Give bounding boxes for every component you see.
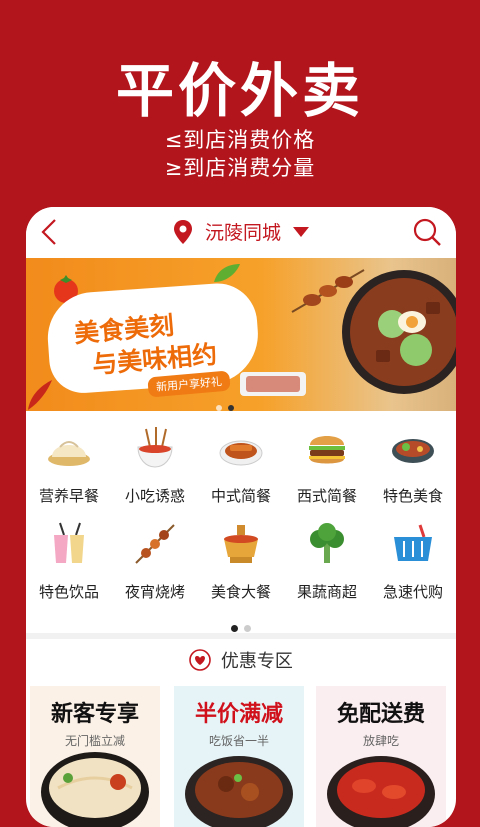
deals-title: 优惠专区 (220, 651, 293, 672)
noodle-bowl-image (41, 752, 149, 827)
section-divider (26, 633, 456, 639)
food-bowl-image (342, 270, 456, 394)
pager-dot-active[interactable] (231, 625, 238, 632)
hero-title: 平价外卖 (115, 57, 364, 125)
caret-down-icon (293, 226, 310, 237)
category-label: 营养早餐 (38, 487, 99, 505)
category-chinese[interactable]: 中式简餐 (198, 425, 284, 506)
category-label: 特色美食 (382, 487, 443, 505)
snack-bowl-icon (137, 427, 173, 468)
chili-icon (28, 380, 52, 410)
category-label: 急速代购 (382, 583, 443, 601)
category-grocery[interactable]: 果蔬商超 (284, 521, 370, 602)
hero-subtitle-1: ≤到店消费价格 (164, 128, 316, 152)
special-dish-icon (392, 439, 434, 463)
deal-title: 半价满减 (194, 702, 283, 727)
meat-plate-image (240, 372, 306, 396)
category-label: 夜宵烧烤 (124, 583, 185, 601)
heart-icon (189, 649, 211, 671)
deal-subtitle: 无门槛立减 (64, 734, 125, 748)
app-screen: 沅陵同城 美食美刻 与美味相约 新用户享好礼 营养早餐 小吃诱惑 中式简餐 西式… (26, 207, 456, 827)
banner-dots (216, 396, 240, 411)
category-label: 中式简餐 (210, 487, 271, 505)
category-label: 特色饮品 (38, 583, 99, 601)
chinese-dish-icon (219, 440, 263, 466)
category-western[interactable]: 西式简餐 (284, 425, 370, 506)
hotpot-icon (224, 525, 258, 563)
category-breakfast[interactable]: 营养早餐 (26, 425, 112, 506)
deal-title: 新客专享 (50, 702, 139, 727)
hero-subtitle-2: ≥到店消费分量 (164, 156, 316, 180)
category-specialty[interactable]: 特色美食 (370, 425, 456, 506)
broccoli-icon (310, 523, 344, 563)
city-label: 沅陵同城 (204, 222, 281, 244)
category-label: 果蔬商超 (296, 583, 357, 601)
location-selector[interactable]: 沅陵同城 (26, 218, 456, 245)
drinks-icon (54, 522, 84, 563)
top-bar: 沅陵同城 (26, 207, 456, 257)
search-icon[interactable] (412, 217, 442, 247)
leaf-icon (214, 264, 240, 282)
promo-banner[interactable]: 美食美刻 与美味相约 新用户享好礼 (26, 258, 456, 411)
category-drinks[interactable]: 特色饮品 (26, 521, 112, 602)
category-label: 美食大餐 (210, 583, 271, 601)
category-grid: 营养早餐 小吃诱惑 中式简餐 西式简餐 特色美食 特色饮品 夜宵烧烤 美食大餐 … (26, 425, 456, 617)
category-bbq[interactable]: 夜宵烧烤 (112, 521, 198, 602)
deal-subtitle: 放肆吃 (362, 734, 399, 748)
stew-pot-image (185, 756, 293, 827)
shopping-basket-icon (394, 524, 432, 561)
skewer-icon (135, 524, 175, 564)
category-errand[interactable]: 急速代购 (370, 521, 456, 602)
deal-card-free-delivery[interactable]: 免配送费 放肆吃 (316, 686, 446, 827)
deal-title: 免配送费 (336, 702, 425, 727)
pager-dot[interactable] (244, 625, 251, 632)
crayfish-plate-image (327, 756, 435, 827)
location-pin-icon (173, 219, 192, 244)
banner-dot[interactable] (216, 405, 222, 411)
banner-dot-active[interactable] (228, 405, 234, 411)
deals-header: 优惠专区 (26, 647, 456, 673)
category-feast[interactable]: 美食大餐 (198, 521, 284, 602)
deal-card-half-price[interactable]: 半价满减 吃饭省一半 (174, 686, 304, 827)
category-label: 小吃诱惑 (124, 487, 185, 505)
dumpling-icon (48, 441, 90, 466)
deal-subtitle: 吃饭省一半 (208, 734, 269, 748)
category-snacks[interactable]: 小吃诱惑 (112, 425, 198, 506)
category-label: 西式简餐 (296, 487, 357, 505)
burger-icon (309, 436, 345, 464)
deal-card-new-customer[interactable]: 新客专享 无门槛立减 (30, 686, 160, 827)
